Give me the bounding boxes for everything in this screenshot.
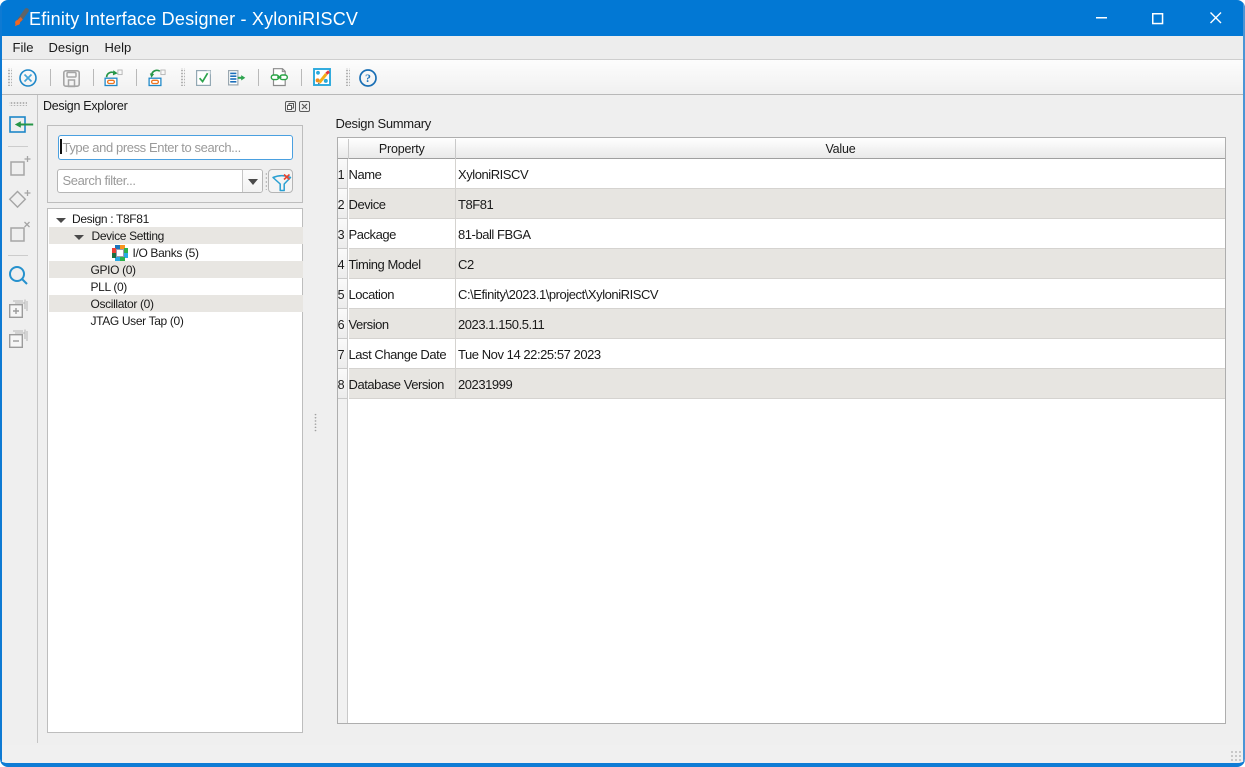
svg-text:?: ? <box>365 71 371 85</box>
